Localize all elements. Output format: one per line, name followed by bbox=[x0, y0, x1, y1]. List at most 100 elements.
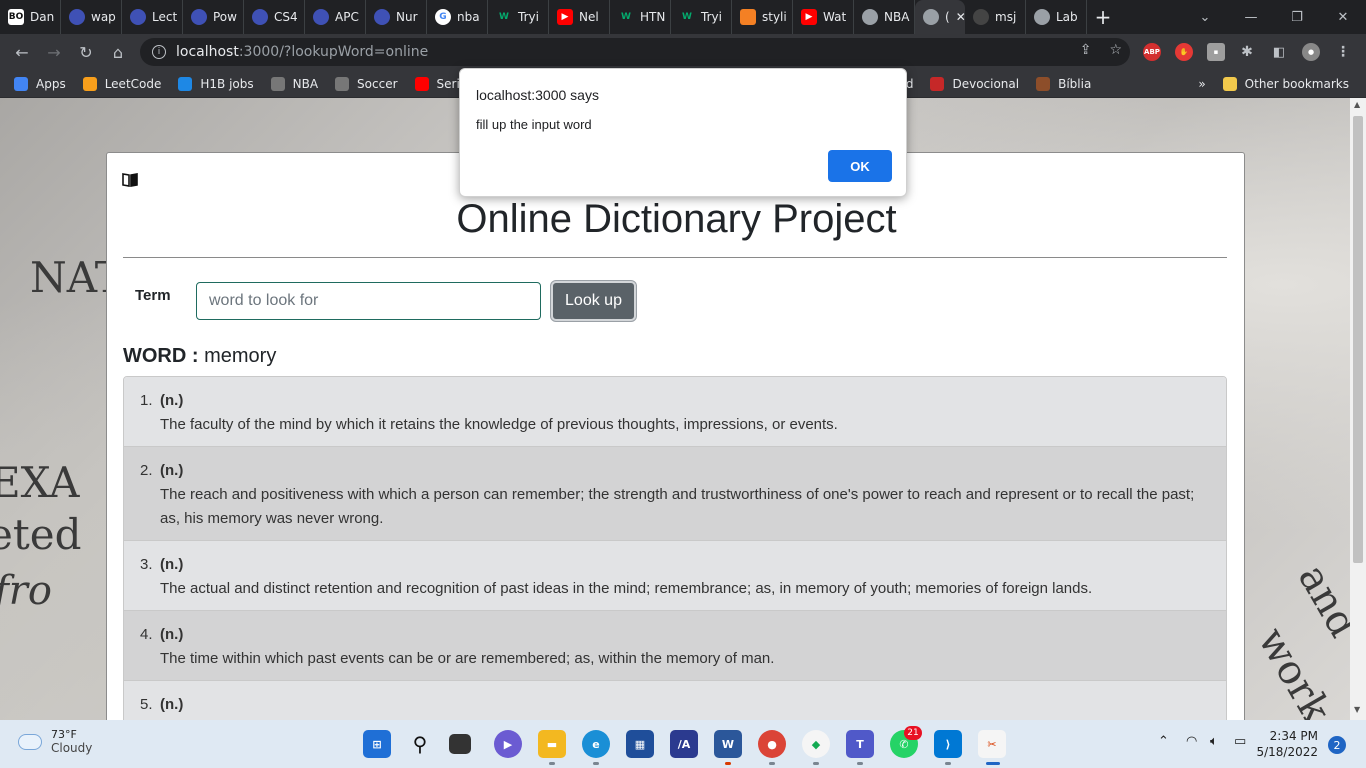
home-icon[interactable]: ⌂ bbox=[102, 36, 134, 68]
mongodb-icon[interactable]: ◆ bbox=[802, 730, 830, 758]
start-icon[interactable]: ⊞ bbox=[363, 730, 391, 758]
browser-tab[interactable]: wap bbox=[61, 0, 122, 34]
tab-label: Lect bbox=[152, 10, 178, 24]
bookmark-item[interactable]: Apps bbox=[14, 76, 66, 91]
browser-tab[interactable]: msj bbox=[965, 0, 1026, 34]
browser-tab[interactable]: CS4 bbox=[244, 0, 305, 34]
address-path: :3000/?lookupWord=online bbox=[238, 44, 429, 60]
running-indicator bbox=[725, 762, 731, 765]
app-icon[interactable]: /A bbox=[670, 730, 698, 758]
browser-toolbar: ← → ↻ ⌂ i localhost:3000/?lookupWord=onl… bbox=[0, 34, 1366, 70]
background-text: EXA bbox=[0, 458, 80, 507]
store-icon[interactable]: ▦ bbox=[626, 730, 654, 758]
tab-label: Tryi bbox=[518, 10, 539, 24]
browser-tab[interactable]: W HTN bbox=[610, 0, 671, 34]
address-bar[interactable]: i localhost:3000/?lookupWord=online ⇪ ☆ bbox=[140, 38, 1130, 66]
browser-tab[interactable]: ▶ Wat bbox=[793, 0, 854, 34]
bookmark-item[interactable]: Bíblia bbox=[1036, 76, 1091, 91]
part-of-speech: (n.) bbox=[160, 392, 184, 409]
tab-search-icon[interactable]: ⌄ bbox=[1182, 0, 1228, 34]
tab-label: ( bbox=[945, 10, 950, 24]
minimize-button[interactable]: — bbox=[1228, 0, 1274, 34]
word-icon[interactable]: W bbox=[714, 730, 742, 758]
browser-tab[interactable]: NBA bbox=[854, 0, 915, 34]
weather-desc: Cloudy bbox=[51, 741, 93, 755]
browser-tab[interactable]: Pow bbox=[183, 0, 244, 34]
close-window-button[interactable]: ✕ bbox=[1320, 0, 1366, 34]
wifi-icon[interactable]: ◠ bbox=[1186, 734, 1197, 749]
active-tab[interactable]: (✕ bbox=[915, 0, 965, 34]
battery-icon[interactable]: ▭ bbox=[1234, 734, 1246, 749]
vscode-icon[interactable]: ⟩ bbox=[934, 730, 962, 758]
bookmark-item[interactable]: Devocional bbox=[930, 76, 1019, 91]
maximize-button[interactable]: ❐ bbox=[1274, 0, 1320, 34]
share-icon[interactable]: ⇪ bbox=[1080, 42, 1092, 58]
adblock-extension-icon[interactable]: ABP bbox=[1143, 43, 1161, 61]
definition-text: The reach and positiveness with which a … bbox=[160, 486, 1195, 527]
side-panel-icon[interactable]: ◧ bbox=[1270, 43, 1288, 61]
browser-tab[interactable]: APC bbox=[305, 0, 366, 34]
teams-icon[interactable]: T bbox=[846, 730, 874, 758]
browser-tab[interactable]: Lab bbox=[1026, 0, 1087, 34]
chat-icon[interactable]: ▶ bbox=[494, 730, 522, 758]
menu-kebab-icon[interactable]: ⋮ bbox=[1334, 43, 1352, 61]
bookmark-item[interactable]: Soccer bbox=[335, 76, 398, 91]
bookmark-icon bbox=[335, 76, 350, 91]
lookup-button[interactable]: Look up bbox=[551, 281, 636, 321]
bookmark-item[interactable]: LeetCode bbox=[82, 76, 161, 91]
bookmark-item[interactable]: NBA bbox=[270, 76, 318, 91]
running-indicator bbox=[813, 762, 819, 765]
part-of-speech: (n.) bbox=[160, 696, 184, 713]
search-icon[interactable]: ⚲ bbox=[406, 730, 434, 758]
word-heading-prefix: WORD : bbox=[123, 345, 199, 367]
browser-tab[interactable]: BO Dan bbox=[0, 0, 61, 34]
browser-tab[interactable]: Lect bbox=[122, 0, 183, 34]
new-tab-button[interactable]: + bbox=[1087, 0, 1119, 34]
other-bookmarks[interactable]: Other bookmarks bbox=[1222, 76, 1349, 91]
task-view-icon[interactable] bbox=[449, 734, 471, 754]
running-indicator bbox=[945, 762, 951, 765]
globe-icon bbox=[862, 9, 878, 25]
definition-item: 5.(n.)Something, or an aggregate of thin… bbox=[124, 681, 1226, 720]
address-host: localhost bbox=[176, 44, 239, 60]
alert-ok-button[interactable]: OK bbox=[828, 150, 892, 182]
puzzle-extensions-icon[interactable]: ✱ bbox=[1238, 43, 1256, 61]
weather-widget[interactable]: 73°F Cloudy bbox=[18, 728, 92, 755]
scroll-down-icon[interactable]: ▼ bbox=[1354, 705, 1360, 714]
browser-tab[interactable]: W Tryi bbox=[488, 0, 549, 34]
clock[interactable]: 2:34 PM 5/18/2022 bbox=[1256, 728, 1318, 760]
book-icon bbox=[122, 173, 138, 187]
site-icon bbox=[191, 9, 207, 25]
more-bookmarks-button[interactable]: » bbox=[1198, 77, 1205, 91]
browser-tab[interactable]: Nur bbox=[366, 0, 427, 34]
extension-icon[interactable]: ▪ bbox=[1207, 43, 1225, 61]
hand-extension-icon[interactable]: ✋ bbox=[1175, 43, 1193, 61]
term-input[interactable] bbox=[196, 282, 541, 320]
clock-time: 2:34 PM bbox=[1269, 729, 1318, 743]
reload-icon[interactable]: ↻ bbox=[70, 36, 102, 68]
tray-chevron-icon[interactable]: ⌃ bbox=[1158, 734, 1169, 749]
browser-tab[interactable]: ▶ Nel bbox=[549, 0, 610, 34]
browser-tab[interactable]: W Tryi bbox=[671, 0, 732, 34]
close-tab-icon[interactable]: ✕ bbox=[956, 10, 965, 24]
file-explorer-icon[interactable]: ▬ bbox=[538, 730, 566, 758]
scroll-up-icon[interactable]: ▲ bbox=[1354, 100, 1360, 109]
forward-icon[interactable]: → bbox=[38, 36, 70, 68]
back-icon[interactable]: ← bbox=[6, 36, 38, 68]
bookmark-star-icon[interactable]: ☆ bbox=[1109, 42, 1122, 58]
scrollbar-thumb[interactable] bbox=[1353, 116, 1363, 563]
chrome-icon[interactable]: ● bbox=[758, 730, 786, 758]
browser-tab[interactable]: styli bbox=[732, 0, 793, 34]
snipping-tool-icon[interactable]: ✂ bbox=[978, 730, 1006, 758]
profile-avatar[interactable]: ● bbox=[1302, 43, 1320, 61]
tab-label: msj bbox=[995, 10, 1017, 24]
browser-tab[interactable]: Gnba bbox=[427, 0, 488, 34]
definition-number: 2. bbox=[140, 462, 153, 479]
notification-badge[interactable]: 2 bbox=[1328, 736, 1346, 754]
site-info-icon[interactable]: i bbox=[152, 45, 166, 59]
page-scrollbar[interactable]: ▲ ▼ bbox=[1350, 98, 1366, 720]
definition-item: 3. (n.) The actual and distinct retention … bbox=[124, 541, 1226, 611]
edge-icon[interactable]: e bbox=[582, 730, 610, 758]
volume-icon[interactable]: 🔈︎ bbox=[1210, 734, 1218, 749]
bookmark-item[interactable]: H1B jobs bbox=[178, 76, 254, 91]
